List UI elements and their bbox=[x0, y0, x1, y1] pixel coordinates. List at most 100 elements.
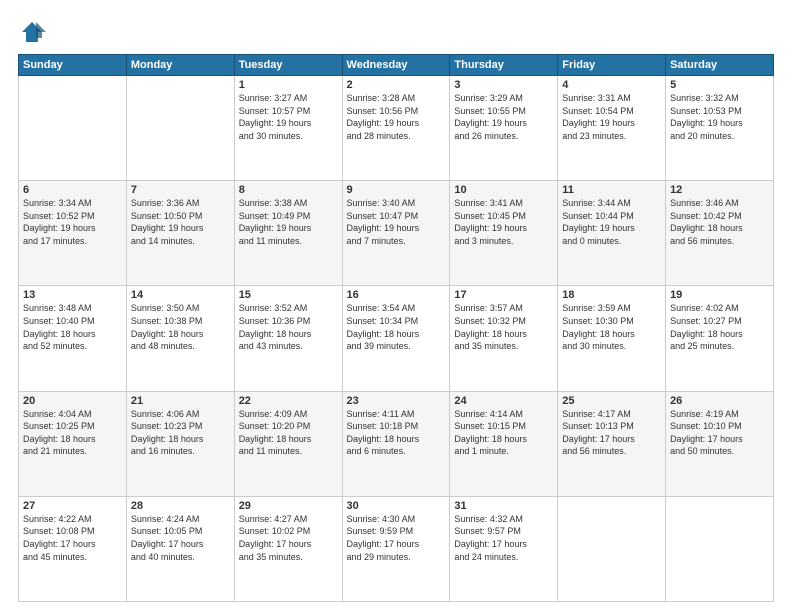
day-info: Sunrise: 4:04 AM Sunset: 10:25 PM Daylig… bbox=[23, 408, 122, 458]
day-header-friday: Friday bbox=[558, 55, 666, 76]
day-info: Sunrise: 4:06 AM Sunset: 10:23 PM Daylig… bbox=[131, 408, 230, 458]
day-number: 23 bbox=[347, 395, 446, 407]
day-number: 13 bbox=[23, 289, 122, 301]
day-number: 19 bbox=[670, 289, 769, 301]
day-number: 6 bbox=[23, 184, 122, 196]
week-row-3: 13Sunrise: 3:48 AM Sunset: 10:40 PM Dayl… bbox=[19, 286, 774, 391]
day-info: Sunrise: 3:50 AM Sunset: 10:38 PM Daylig… bbox=[131, 302, 230, 352]
calendar-cell: 22Sunrise: 4:09 AM Sunset: 10:20 PM Dayl… bbox=[234, 391, 342, 496]
day-number: 20 bbox=[23, 395, 122, 407]
day-info: Sunrise: 3:57 AM Sunset: 10:32 PM Daylig… bbox=[454, 302, 553, 352]
calendar-cell: 31Sunrise: 4:32 AM Sunset: 9:57 PM Dayli… bbox=[450, 496, 558, 601]
calendar-cell: 17Sunrise: 3:57 AM Sunset: 10:32 PM Dayl… bbox=[450, 286, 558, 391]
calendar-cell: 3Sunrise: 3:29 AM Sunset: 10:55 PM Dayli… bbox=[450, 76, 558, 181]
day-header-monday: Monday bbox=[126, 55, 234, 76]
day-header-wednesday: Wednesday bbox=[342, 55, 450, 76]
calendar-header-row: SundayMondayTuesdayWednesdayThursdayFrid… bbox=[19, 55, 774, 76]
calendar-cell: 4Sunrise: 3:31 AM Sunset: 10:54 PM Dayli… bbox=[558, 76, 666, 181]
day-number: 9 bbox=[347, 184, 446, 196]
day-info: Sunrise: 3:38 AM Sunset: 10:49 PM Daylig… bbox=[239, 197, 338, 247]
day-number: 21 bbox=[131, 395, 230, 407]
calendar-cell: 5Sunrise: 3:32 AM Sunset: 10:53 PM Dayli… bbox=[666, 76, 774, 181]
day-number: 2 bbox=[347, 79, 446, 91]
day-number: 4 bbox=[562, 79, 661, 91]
calendar-cell: 21Sunrise: 4:06 AM Sunset: 10:23 PM Dayl… bbox=[126, 391, 234, 496]
day-info: Sunrise: 3:31 AM Sunset: 10:54 PM Daylig… bbox=[562, 92, 661, 142]
calendar-cell: 18Sunrise: 3:59 AM Sunset: 10:30 PM Dayl… bbox=[558, 286, 666, 391]
day-info: Sunrise: 3:46 AM Sunset: 10:42 PM Daylig… bbox=[670, 197, 769, 247]
calendar-cell: 8Sunrise: 3:38 AM Sunset: 10:49 PM Dayli… bbox=[234, 181, 342, 286]
day-number: 16 bbox=[347, 289, 446, 301]
day-number: 3 bbox=[454, 79, 553, 91]
calendar-cell bbox=[19, 76, 127, 181]
day-info: Sunrise: 4:09 AM Sunset: 10:20 PM Daylig… bbox=[239, 408, 338, 458]
calendar-cell: 7Sunrise: 3:36 AM Sunset: 10:50 PM Dayli… bbox=[126, 181, 234, 286]
day-info: Sunrise: 4:27 AM Sunset: 10:02 PM Daylig… bbox=[239, 513, 338, 563]
calendar-cell: 20Sunrise: 4:04 AM Sunset: 10:25 PM Dayl… bbox=[19, 391, 127, 496]
day-info: Sunrise: 4:22 AM Sunset: 10:08 PM Daylig… bbox=[23, 513, 122, 563]
day-info: Sunrise: 4:24 AM Sunset: 10:05 PM Daylig… bbox=[131, 513, 230, 563]
day-info: Sunrise: 3:29 AM Sunset: 10:55 PM Daylig… bbox=[454, 92, 553, 142]
day-header-saturday: Saturday bbox=[666, 55, 774, 76]
day-info: Sunrise: 3:28 AM Sunset: 10:56 PM Daylig… bbox=[347, 92, 446, 142]
calendar-cell: 9Sunrise: 3:40 AM Sunset: 10:47 PM Dayli… bbox=[342, 181, 450, 286]
calendar-cell: 1Sunrise: 3:27 AM Sunset: 10:57 PM Dayli… bbox=[234, 76, 342, 181]
day-info: Sunrise: 4:14 AM Sunset: 10:15 PM Daylig… bbox=[454, 408, 553, 458]
calendar-cell: 2Sunrise: 3:28 AM Sunset: 10:56 PM Dayli… bbox=[342, 76, 450, 181]
calendar-cell bbox=[126, 76, 234, 181]
calendar-cell: 26Sunrise: 4:19 AM Sunset: 10:10 PM Dayl… bbox=[666, 391, 774, 496]
day-number: 14 bbox=[131, 289, 230, 301]
header bbox=[18, 18, 774, 46]
day-info: Sunrise: 3:32 AM Sunset: 10:53 PM Daylig… bbox=[670, 92, 769, 142]
day-info: Sunrise: 3:52 AM Sunset: 10:36 PM Daylig… bbox=[239, 302, 338, 352]
calendar-cell: 10Sunrise: 3:41 AM Sunset: 10:45 PM Dayl… bbox=[450, 181, 558, 286]
day-info: Sunrise: 3:41 AM Sunset: 10:45 PM Daylig… bbox=[454, 197, 553, 247]
day-number: 11 bbox=[562, 184, 661, 196]
calendar-cell: 30Sunrise: 4:30 AM Sunset: 9:59 PM Dayli… bbox=[342, 496, 450, 601]
day-header-sunday: Sunday bbox=[19, 55, 127, 76]
week-row-2: 6Sunrise: 3:34 AM Sunset: 10:52 PM Dayli… bbox=[19, 181, 774, 286]
week-row-1: 1Sunrise: 3:27 AM Sunset: 10:57 PM Dayli… bbox=[19, 76, 774, 181]
calendar-cell: 23Sunrise: 4:11 AM Sunset: 10:18 PM Dayl… bbox=[342, 391, 450, 496]
page: SundayMondayTuesdayWednesdayThursdayFrid… bbox=[0, 0, 792, 612]
day-number: 24 bbox=[454, 395, 553, 407]
calendar-cell: 16Sunrise: 3:54 AM Sunset: 10:34 PM Dayl… bbox=[342, 286, 450, 391]
calendar-cell: 15Sunrise: 3:52 AM Sunset: 10:36 PM Dayl… bbox=[234, 286, 342, 391]
day-number: 8 bbox=[239, 184, 338, 196]
calendar-cell: 19Sunrise: 4:02 AM Sunset: 10:27 PM Dayl… bbox=[666, 286, 774, 391]
day-number: 5 bbox=[670, 79, 769, 91]
calendar-cell: 24Sunrise: 4:14 AM Sunset: 10:15 PM Dayl… bbox=[450, 391, 558, 496]
day-header-thursday: Thursday bbox=[450, 55, 558, 76]
calendar-cell: 28Sunrise: 4:24 AM Sunset: 10:05 PM Dayl… bbox=[126, 496, 234, 601]
calendar-cell: 11Sunrise: 3:44 AM Sunset: 10:44 PM Dayl… bbox=[558, 181, 666, 286]
day-info: Sunrise: 4:32 AM Sunset: 9:57 PM Dayligh… bbox=[454, 513, 553, 563]
day-number: 26 bbox=[670, 395, 769, 407]
calendar-table: SundayMondayTuesdayWednesdayThursdayFrid… bbox=[18, 54, 774, 602]
day-info: Sunrise: 3:48 AM Sunset: 10:40 PM Daylig… bbox=[23, 302, 122, 352]
calendar-cell: 25Sunrise: 4:17 AM Sunset: 10:13 PM Dayl… bbox=[558, 391, 666, 496]
day-info: Sunrise: 4:30 AM Sunset: 9:59 PM Dayligh… bbox=[347, 513, 446, 563]
day-info: Sunrise: 4:17 AM Sunset: 10:13 PM Daylig… bbox=[562, 408, 661, 458]
day-number: 7 bbox=[131, 184, 230, 196]
day-info: Sunrise: 3:34 AM Sunset: 10:52 PM Daylig… bbox=[23, 197, 122, 247]
calendar-cell bbox=[666, 496, 774, 601]
day-number: 25 bbox=[562, 395, 661, 407]
calendar-cell: 6Sunrise: 3:34 AM Sunset: 10:52 PM Dayli… bbox=[19, 181, 127, 286]
day-number: 27 bbox=[23, 500, 122, 512]
day-number: 1 bbox=[239, 79, 338, 91]
day-number: 18 bbox=[562, 289, 661, 301]
day-header-tuesday: Tuesday bbox=[234, 55, 342, 76]
day-number: 15 bbox=[239, 289, 338, 301]
day-info: Sunrise: 3:40 AM Sunset: 10:47 PM Daylig… bbox=[347, 197, 446, 247]
day-number: 30 bbox=[347, 500, 446, 512]
calendar-cell: 14Sunrise: 3:50 AM Sunset: 10:38 PM Dayl… bbox=[126, 286, 234, 391]
day-number: 17 bbox=[454, 289, 553, 301]
calendar-cell bbox=[558, 496, 666, 601]
day-number: 12 bbox=[670, 184, 769, 196]
day-info: Sunrise: 3:36 AM Sunset: 10:50 PM Daylig… bbox=[131, 197, 230, 247]
day-number: 31 bbox=[454, 500, 553, 512]
day-number: 28 bbox=[131, 500, 230, 512]
calendar-cell: 29Sunrise: 4:27 AM Sunset: 10:02 PM Dayl… bbox=[234, 496, 342, 601]
logo-icon bbox=[18, 18, 46, 46]
day-info: Sunrise: 4:19 AM Sunset: 10:10 PM Daylig… bbox=[670, 408, 769, 458]
